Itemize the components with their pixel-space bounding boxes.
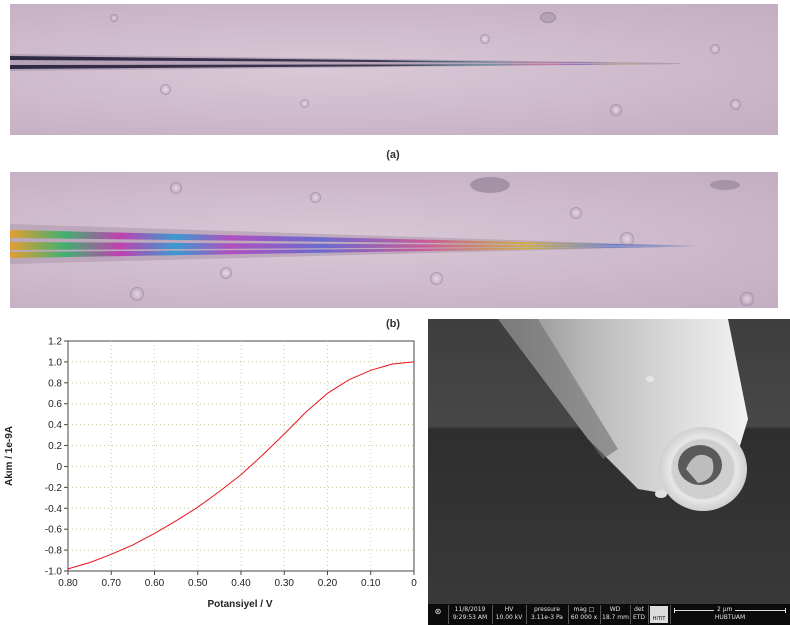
sem-hv: 10.00 kV bbox=[495, 614, 523, 621]
sem-mag-label: mag bbox=[573, 606, 587, 613]
sem-wd: 18.7 mm bbox=[602, 614, 629, 621]
y-tick-label: -0.8 bbox=[45, 546, 63, 557]
sem-pressure: 3.11e-3 Pa bbox=[531, 614, 563, 621]
sem-pipette-tip bbox=[428, 319, 790, 625]
sem-det: ETD bbox=[632, 614, 646, 621]
y-tick-label: 0.6 bbox=[48, 399, 62, 410]
micrograph-a bbox=[10, 4, 778, 135]
x-axis-label: Potansiyel / V bbox=[207, 599, 272, 610]
x-tick-label: 0.40 bbox=[231, 578, 251, 589]
y-tick-label: -1.0 bbox=[45, 567, 63, 578]
hitit-logo-text: HITIT bbox=[652, 616, 666, 622]
x-tick-label: 0.20 bbox=[318, 578, 338, 589]
scale-bar-label: 2 µm bbox=[714, 606, 736, 614]
fei-logo-icon: ⊛ bbox=[434, 607, 442, 616]
micrograph-b bbox=[10, 172, 778, 308]
sem-pressure-label: pressure bbox=[534, 606, 560, 613]
caption-b: (b) bbox=[385, 318, 401, 330]
y-tick-label: 1.2 bbox=[48, 337, 62, 348]
y-tick-label: 0.4 bbox=[48, 420, 62, 431]
y-tick-label: -0.6 bbox=[45, 525, 63, 536]
x-tick-label: 0.10 bbox=[361, 578, 381, 589]
hitit-logo: HITIT bbox=[650, 606, 668, 623]
sem-date: 11/8/2019 bbox=[454, 606, 486, 613]
pipette-tip-b bbox=[10, 224, 700, 264]
sem-time: 9:29:53 AM bbox=[452, 614, 488, 621]
scale-bar: 2 µm bbox=[674, 606, 786, 614]
iv-chart: 0.80 0.70 0.60 0.50 0.40 0.30 0.20 0.10 01.21.00… bbox=[4, 337, 417, 611]
y-tick-label: -0.4 bbox=[45, 504, 63, 515]
sem-mag-box-icon: □ bbox=[588, 606, 595, 613]
y-tick-label: 0 bbox=[56, 462, 62, 473]
sem-hv-label: HV bbox=[504, 606, 514, 613]
pipette-tip-a bbox=[10, 54, 680, 71]
sem-lab-name: HUBTUAM bbox=[714, 614, 746, 621]
x-tick-label: 0.80 bbox=[58, 578, 78, 589]
y-tick-label: 1.0 bbox=[48, 357, 62, 368]
sem-wd-label: WD bbox=[609, 606, 621, 613]
y-tick-label: 0.8 bbox=[48, 378, 62, 389]
sem-det-label: det bbox=[634, 606, 644, 613]
x-tick-label: 0.60 bbox=[145, 578, 165, 589]
x-tick-label: 0.30 bbox=[275, 578, 295, 589]
caption-a: (a) bbox=[386, 149, 400, 161]
x-tick-label: 0.50 bbox=[188, 578, 208, 589]
y-tick-label: 0.2 bbox=[48, 441, 62, 452]
x-tick-label: 0 bbox=[411, 578, 417, 589]
plot-area bbox=[67, 340, 415, 572]
y-axis-label: Akım / 1e-9A bbox=[4, 426, 15, 486]
sem-mag: 60 000 x bbox=[570, 614, 598, 621]
x-tick-label: 0.70 bbox=[102, 578, 122, 589]
sem-info-bar: ⊛ 11/8/2019 9:29:53 AM HV 10.00 kV press… bbox=[428, 604, 790, 625]
sem-image: ⊛ 11/8/2019 9:29:53 AM HV 10.00 kV press… bbox=[428, 319, 790, 625]
y-tick-label: -0.2 bbox=[45, 483, 63, 494]
